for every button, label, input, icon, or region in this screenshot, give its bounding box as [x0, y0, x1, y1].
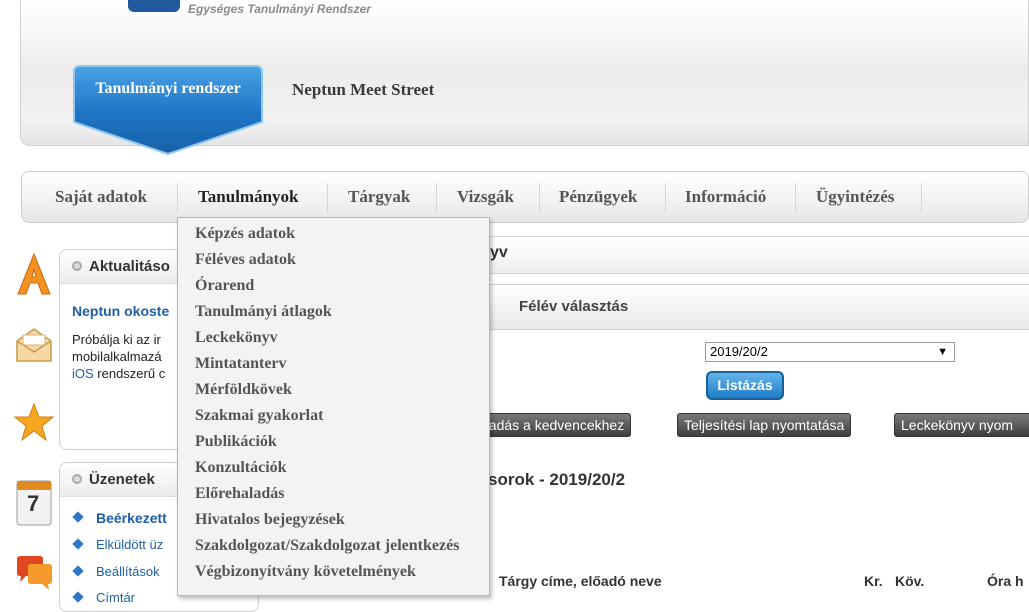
nav-vizsgak[interactable]: Vizsgák [457, 171, 514, 223]
menu-item-kepzes-adatok[interactable]: Képzés adatok [195, 225, 295, 243]
list-button[interactable]: Listázás [706, 371, 784, 400]
news-line: iOS rendszerű c [72, 366, 165, 381]
nav-ugyintezes[interactable]: Ügyintézés [816, 171, 894, 223]
nav-separator [921, 183, 922, 213]
print-completion-button[interactable]: Teljesítési lap nyomtatása [677, 413, 852, 437]
ios-link[interactable]: iOS [72, 366, 94, 381]
directory-link[interactable]: Címtár [96, 590, 135, 605]
add-favorite-button[interactable]: áadás a kedvencekhez [474, 413, 632, 437]
menu-item-orarend[interactable]: Órarend [195, 277, 254, 295]
nav-separator [177, 183, 178, 213]
semester-select-value: 2019/20/2 [710, 344, 768, 359]
nav-separator [327, 183, 328, 213]
menu-item-konzultaciok[interactable]: Konzultációk [195, 459, 287, 477]
uzenetek-title: Üzenetek [89, 471, 155, 488]
column-requirement[interactable]: Köv. [895, 573, 924, 589]
chat-icon[interactable] [14, 553, 54, 593]
menu-item-mintatanterv[interactable]: Mintatanterv [195, 355, 287, 373]
nav-separator [436, 183, 437, 213]
semester-label: Félév választás [519, 298, 629, 315]
neptun-logo [128, 0, 180, 12]
settings-link[interactable]: Beállítások [96, 564, 160, 579]
news-headline[interactable]: Neptun okoste [72, 303, 169, 319]
content-header [488, 236, 1029, 274]
column-subject[interactable]: Tárgy címe, előadó neve [499, 573, 662, 589]
menu-item-elorehaladas[interactable]: Előrehaladás [195, 485, 285, 503]
tab-tanulmanyi-rendszer[interactable] [72, 64, 264, 156]
nav-separator [795, 183, 796, 213]
tab-neptun-meet-street[interactable]: Neptun Meet Street [292, 80, 434, 100]
logo-subtitle: Egységes Tanulmányi Rendszer [188, 2, 371, 16]
news-line: mobilalkalmazá [72, 349, 162, 364]
nav-informacio[interactable]: Információ [685, 171, 766, 223]
menu-item-merfoldkovek[interactable]: Mérföldkövek [195, 381, 292, 399]
menu-item-tanulmanyi-atlagok[interactable]: Tanulmányi átlagok [195, 303, 332, 321]
news-line: Próbálja ki az ir [72, 332, 161, 347]
envelope-icon[interactable] [14, 325, 54, 365]
sent-link[interactable]: Elküldött üz [96, 537, 163, 552]
section-title: sorok - 2019/20/2 [488, 470, 626, 489]
column-hours[interactable]: Óra h [987, 573, 1024, 589]
panel-bullet-icon [72, 474, 82, 484]
column-credit[interactable]: Kr. [864, 573, 883, 589]
nav-separator [665, 183, 666, 213]
tab-tanulmanyi-rendszer-label: Tanulmányi rendszer [95, 80, 241, 97]
menu-item-feleves-adatok[interactable]: Féléves adatok [195, 251, 296, 269]
menu-item-szakmai-gyakorlat[interactable]: Szakmai gyakorlat [195, 407, 323, 425]
print-gradebook-button[interactable]: Leckekönyv nyom [894, 413, 1029, 437]
semester-select[interactable]: 2019/20/2 ▼ [705, 342, 955, 362]
menu-item-vegbizonyitvany[interactable]: Végbizonyítvány követelmények [195, 563, 416, 581]
page-title: yv [490, 244, 508, 261]
panel-bullet-icon [72, 261, 82, 271]
star-icon[interactable] [14, 402, 54, 442]
news-a-icon[interactable] [14, 252, 54, 298]
menu-item-leckekonyv[interactable]: Leckekönyv [195, 329, 278, 347]
nav-penzugyek[interactable]: Pénzügyek [559, 171, 637, 223]
nav-sajat-adatok[interactable]: Saját adatok [55, 171, 147, 223]
nav-targyak[interactable]: Tárgyak [348, 171, 410, 223]
aktualitasok-title: Aktualitáso [89, 258, 170, 275]
menu-item-publikaciok[interactable]: Publikációk [195, 433, 277, 451]
menu-item-hivatalos-bejegyzesek[interactable]: Hivatalos bejegyzések [195, 511, 345, 529]
inbox-link[interactable]: Beérkezett [96, 510, 167, 526]
calendar-day: 7 [27, 491, 40, 516]
nav-tanulmanyok[interactable]: Tanulmányok [198, 171, 298, 223]
nav-separator [539, 183, 540, 213]
chevron-down-icon: ▼ [937, 346, 948, 358]
menu-item-szakdolgozat[interactable]: Szakdolgozat/Szakdolgozat jelentkezés [195, 537, 459, 555]
news-line-rest: rendszerű c [93, 366, 166, 381]
